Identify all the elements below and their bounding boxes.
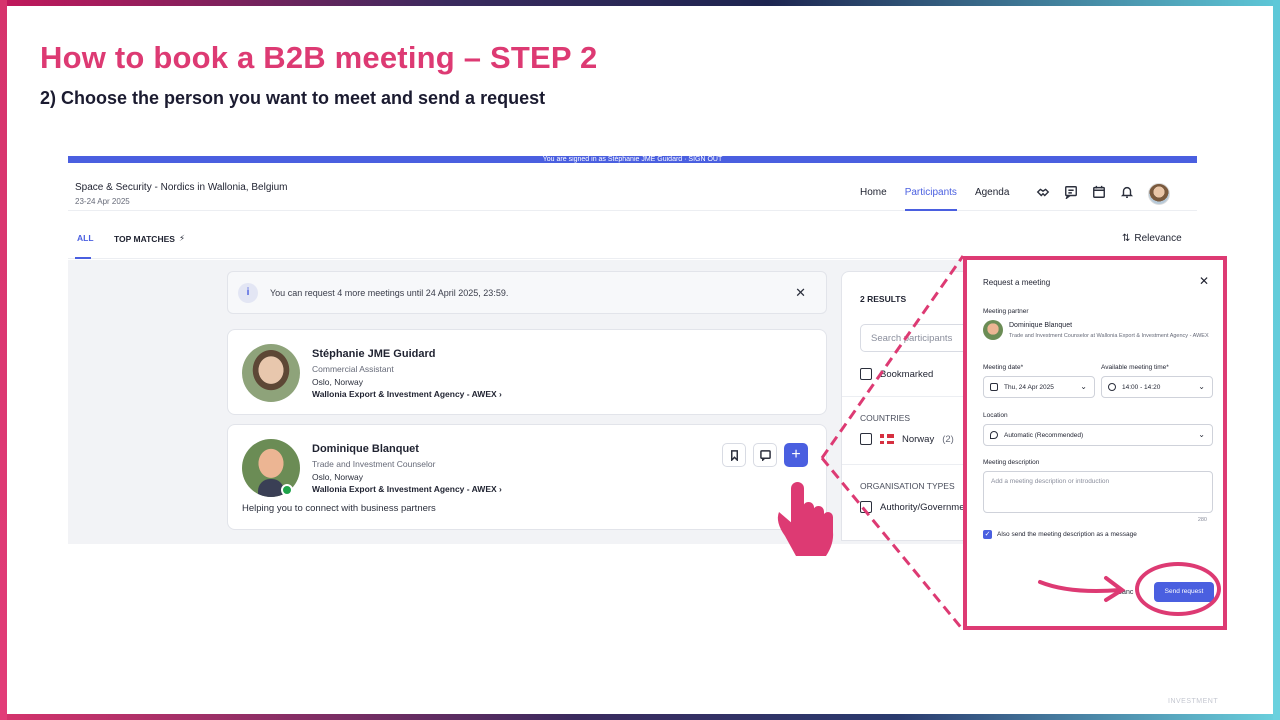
nav-participants[interactable]: Participants xyxy=(904,187,967,211)
location-label: Location xyxy=(983,412,1008,419)
highlight-circle xyxy=(1135,562,1221,616)
chat-icon[interactable] xyxy=(1064,185,1078,204)
character-count: 280 xyxy=(1197,517,1207,523)
calendar-icon[interactable] xyxy=(1092,185,1106,204)
chat-icon xyxy=(759,449,771,461)
lightning-icon: ⚡ xyxy=(178,233,185,243)
request-meeting-button[interactable]: + xyxy=(784,443,808,467)
results-count: 2 RESULTS xyxy=(860,294,907,304)
participant-tabs: ALL TOP MATCHES ⚡ ⇅ Relevance xyxy=(68,211,1197,259)
slide-border-left xyxy=(0,0,7,720)
checkbox[interactable] xyxy=(860,433,872,445)
calendar-icon xyxy=(990,383,998,391)
slide-border-top xyxy=(0,0,1280,6)
online-status-dot xyxy=(281,484,293,496)
time-label: Available meeting time* xyxy=(1101,364,1169,371)
tab-all[interactable]: ALL xyxy=(77,233,94,243)
nav-agenda[interactable]: Agenda xyxy=(975,187,1019,211)
handshake-icon[interactable] xyxy=(1036,185,1050,204)
sort-icon: ⇅ xyxy=(1122,233,1131,244)
meeting-quota-notice: i You can request 4 more meetings until … xyxy=(227,271,827,314)
participant-role: Commercial Assistant xyxy=(312,364,394,374)
participant-name[interactable]: Dominique Blanquet xyxy=(312,443,419,455)
quota-text: You can request 4 more meetings until 24… xyxy=(270,288,509,298)
chevron-down-icon: ⌄ xyxy=(1198,430,1205,439)
send-as-message-checkbox[interactable]: ✓ Also send the meeting description as a… xyxy=(983,530,1137,539)
main-nav: Home Participants Agenda xyxy=(860,187,1027,211)
org-types-label: ORGANISATION TYPES xyxy=(860,481,955,491)
location-pin-icon xyxy=(990,431,998,439)
tab-all-indicator xyxy=(75,257,91,259)
norway-flag-icon xyxy=(880,434,894,444)
date-label: Meeting date* xyxy=(983,364,1024,371)
chevron-right-icon: › xyxy=(499,389,502,399)
bookmarked-filter[interactable]: Bookmarked xyxy=(860,368,933,380)
sort-label: Relevance xyxy=(1134,233,1182,244)
participant-bio: Helping you to connect with business par… xyxy=(242,503,436,514)
participant-role: Trade and Investment Counselor xyxy=(312,459,436,469)
slide-title: How to book a B2B meeting – STEP 2 xyxy=(40,40,598,75)
card-actions: + xyxy=(722,443,808,467)
partner-role: Trade and Investment Counselor at Wallon… xyxy=(1009,333,1209,339)
participant-location: Oslo, Norway xyxy=(312,377,364,387)
partner-avatar xyxy=(983,320,1003,340)
message-button[interactable] xyxy=(753,443,777,467)
bookmark-button[interactable] xyxy=(722,443,746,467)
checkbox[interactable] xyxy=(860,501,872,513)
slide-border-right xyxy=(1273,0,1280,720)
description-label: Meeting description xyxy=(983,459,1040,466)
modal-title: Request a meeting xyxy=(983,278,1051,287)
cancel-button[interactable]: Canc xyxy=(1117,589,1133,596)
location-select[interactable]: Automatic (Recommended) ⌄ xyxy=(983,424,1213,446)
meeting-time-select[interactable]: 14:00 - 14:20 ⌄ xyxy=(1101,376,1213,398)
country-filter-norway[interactable]: Norway (2) xyxy=(860,433,954,445)
description-textarea[interactable]: Add a meeting description or introductio… xyxy=(983,471,1213,513)
bell-icon[interactable] xyxy=(1120,185,1134,204)
tab-top-matches-label: TOP MATCHES xyxy=(114,233,175,244)
meeting-date-select[interactable]: Thu, 24 Apr 2025 ⌄ xyxy=(983,376,1095,398)
partner-label: Meeting partner xyxy=(983,308,1029,315)
partner-name: Dominique Blanquet xyxy=(1009,322,1073,329)
chevron-down-icon: ⌄ xyxy=(1198,382,1205,391)
footer-watermark: INVESTMENT xyxy=(1168,698,1219,705)
chevron-right-icon: › xyxy=(499,484,502,494)
org-type-filter[interactable]: Authority/Governmer xyxy=(860,501,968,513)
close-icon[interactable]: ✕ xyxy=(795,285,806,301)
participant-card[interactable]: Stéphanie JME Guidard Commercial Assista… xyxy=(227,329,827,415)
event-date: 23-24 Apr 2025 xyxy=(75,197,130,206)
chevron-down-icon: ⌄ xyxy=(1080,382,1087,391)
participant-org[interactable]: Wallonia Export & Investment Agency - AW… xyxy=(312,389,502,399)
check-icon[interactable]: ✓ xyxy=(983,530,992,539)
participant-location: Oslo, Norway xyxy=(312,472,364,482)
participant-photo xyxy=(242,344,300,402)
info-icon: i xyxy=(238,283,258,303)
event-title: Space & Security - Nordics in Wallonia, … xyxy=(75,182,288,193)
participant-card[interactable]: Dominique Blanquet Trade and Investment … xyxy=(227,424,827,530)
clock-icon xyxy=(1108,383,1116,391)
slide-subtitle: 2) Choose the person you want to meet an… xyxy=(40,88,546,108)
countries-label: COUNTRIES xyxy=(860,413,911,423)
bookmark-icon xyxy=(730,449,738,461)
user-avatar[interactable] xyxy=(1148,183,1170,205)
close-icon[interactable]: ✕ xyxy=(1199,274,1209,288)
app-header: Space & Security - Nordics in Wallonia, … xyxy=(68,163,1197,211)
nav-home[interactable]: Home xyxy=(860,187,897,211)
tab-top-matches[interactable]: TOP MATCHES ⚡ xyxy=(114,233,185,244)
header-icons xyxy=(1036,183,1170,205)
checkbox[interactable] xyxy=(860,368,872,380)
sort-relevance[interactable]: ⇅ Relevance xyxy=(1122,233,1182,244)
participant-name[interactable]: Stéphanie JME Guidard xyxy=(312,348,435,360)
slide-border-bottom xyxy=(0,714,1280,720)
participant-org[interactable]: Wallonia Export & Investment Agency - AW… xyxy=(312,484,502,494)
signed-in-banner: You are signed in as Stéphanie JME Guida… xyxy=(68,156,1197,163)
